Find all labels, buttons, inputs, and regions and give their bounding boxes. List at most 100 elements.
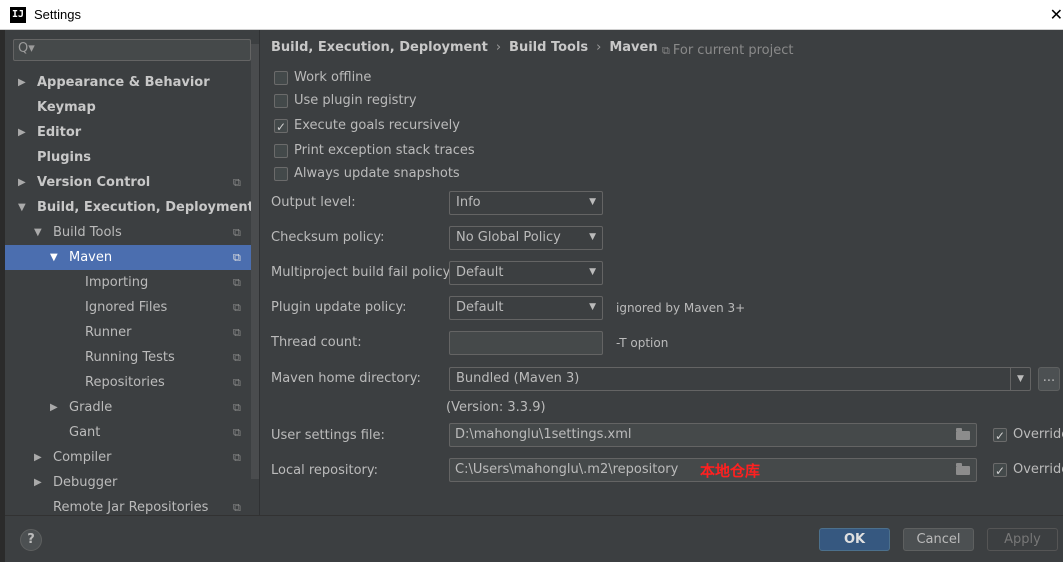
sidebar-item-remote-jar-repositories[interactable]: Remote Jar Repositories ⧉	[5, 495, 259, 515]
sidebar-item-editor[interactable]: ▶ Editor	[5, 120, 259, 145]
collapsed-arrow-icon[interactable]: ▶	[50, 395, 58, 420]
sidebar-item-version-control[interactable]: ▶ Version Control ⧉	[5, 170, 259, 195]
project-scope-icon: ⧉	[233, 176, 241, 189]
ok-button[interactable]: OK	[819, 528, 890, 551]
output-level-label: Output level:	[271, 195, 356, 210]
always-update-snapshots-label: Always update snapshots	[294, 166, 460, 181]
sidebar-item-label: Version Control	[37, 175, 151, 190]
breadcrumb: Build, Execution, Deployment › Build Tools…	[271, 40, 658, 55]
local-repository-override-label: Override	[1013, 462, 1063, 477]
browse-maven-home-button[interactable]: ...	[1038, 367, 1060, 391]
sidebar-scrollbar[interactable]	[251, 44, 259, 479]
maven-home-dropdown[interactable]: Bundled (Maven 3) ▼	[449, 367, 1031, 391]
breadcrumb-separator: ›	[596, 40, 602, 55]
project-scope-icon: ⧉	[233, 276, 241, 289]
sidebar-item-repositories[interactable]: Repositories ⧉	[5, 370, 259, 395]
sidebar-item-gradle[interactable]: ▶ Gradle ⧉	[5, 395, 259, 420]
expanded-arrow-icon[interactable]: ▼	[34, 220, 42, 245]
thread-count-label: Thread count:	[271, 335, 362, 350]
plugin-update-policy-dropdown[interactable]: Default ▼	[449, 296, 603, 320]
sidebar-item-importing[interactable]: Importing ⧉	[5, 270, 259, 295]
checksum-policy-value: No Global Policy	[456, 230, 561, 245]
collapsed-arrow-icon[interactable]: ▶	[34, 470, 42, 495]
sidebar-item-label: Running Tests	[85, 350, 175, 365]
folder-icon[interactable]	[956, 428, 970, 440]
user-settings-override-label: Override	[1013, 427, 1063, 442]
maven-version-text: (Version: 3.3.9)	[446, 400, 546, 415]
sidebar-item-label: Runner	[85, 325, 132, 340]
thread-count-input[interactable]	[449, 331, 603, 355]
for-current-project-note: ⧉ For current project	[662, 43, 793, 58]
search-icon: Q▾	[18, 41, 35, 56]
chevron-down-icon: ▼	[589, 267, 596, 277]
sidebar-item-label: Build, Execution, Deployment	[37, 200, 254, 215]
multiproject-fail-policy-label: Multiproject build fail policy:	[271, 265, 454, 280]
sidebar-item-debugger[interactable]: ▶ Debugger	[5, 470, 259, 495]
collapsed-arrow-icon[interactable]: ▶	[18, 70, 26, 95]
window-title: Settings	[34, 7, 81, 22]
sidebar-item-ignored-files[interactable]: Ignored Files ⧉	[5, 295, 259, 320]
sidebar-item-label: Keymap	[37, 100, 96, 115]
cancel-button[interactable]: Cancel	[903, 528, 974, 551]
breadcrumb-item: Build, Execution, Deployment	[271, 40, 488, 55]
sidebar-item-build-execution-deployment[interactable]: ▼ Build, Execution, Deployment	[5, 195, 259, 220]
sidebar-item-running-tests[interactable]: Running Tests ⧉	[5, 345, 259, 370]
thread-count-hint: -T option	[616, 336, 669, 350]
project-scope-icon: ⧉	[233, 501, 241, 514]
sidebar-item-label: Editor	[37, 125, 82, 140]
checksum-policy-dropdown[interactable]: No Global Policy ▼	[449, 226, 603, 250]
chevron-down-icon: ▼	[1010, 368, 1030, 390]
print-exception-stack-traces-checkbox[interactable]	[274, 144, 288, 158]
project-scope-icon: ⧉	[233, 251, 241, 264]
close-icon[interactable]: ✕	[1050, 5, 1063, 24]
local-repository-override-checkbox[interactable]	[993, 461, 1007, 481]
help-icon[interactable]: ?	[20, 529, 42, 551]
user-settings-value: D:\mahonglu\1settings.xml	[455, 427, 632, 442]
expanded-arrow-icon[interactable]: ▼	[18, 195, 26, 220]
output-level-dropdown[interactable]: Info ▼	[449, 191, 603, 215]
maven-home-label: Maven home directory:	[271, 371, 421, 386]
sidebar-item-label: Importing	[85, 275, 149, 290]
local-repository-input[interactable]: C:\Users\mahonglu\.m2\repository 本地仓库	[449, 458, 977, 482]
folder-icon[interactable]	[956, 463, 970, 475]
work-offline-checkbox[interactable]	[274, 71, 288, 85]
sidebar-item-gant[interactable]: Gant ⧉	[5, 420, 259, 445]
project-scope-icon: ⧉	[233, 451, 241, 464]
sidebar-item-appearance-behavior[interactable]: ▶ Appearance & Behavior	[5, 70, 259, 95]
user-settings-label: User settings file:	[271, 428, 385, 443]
multiproject-fail-policy-dropdown[interactable]: Default ▼	[449, 261, 603, 285]
apply-button[interactable]: Apply	[987, 528, 1058, 551]
user-settings-file-input[interactable]: D:\mahonglu\1settings.xml	[449, 423, 977, 447]
collapsed-arrow-icon[interactable]: ▶	[34, 445, 42, 470]
use-plugin-registry-checkbox[interactable]	[274, 94, 288, 108]
project-scope-icon: ⧉	[662, 44, 670, 57]
sidebar-item-label: Plugins	[37, 150, 91, 165]
sidebar-item-maven[interactable]: ▼ Maven ⧉	[5, 245, 259, 270]
for-current-project-label: For current project	[672, 43, 794, 58]
expanded-arrow-icon[interactable]: ▼	[50, 245, 58, 270]
chevron-down-icon: ▼	[589, 197, 596, 207]
sidebar-item-keymap[interactable]: Keymap	[5, 95, 259, 120]
output-level-value: Info	[456, 195, 481, 210]
local-repository-value: C:\Users\mahonglu\.m2\repository	[455, 462, 679, 477]
sidebar-item-runner[interactable]: Runner ⧉	[5, 320, 259, 345]
plugin-update-policy-label: Plugin update policy:	[271, 300, 407, 315]
collapsed-arrow-icon[interactable]: ▶	[18, 120, 26, 145]
print-exception-stack-traces-label: Print exception stack traces	[294, 143, 475, 158]
search-input[interactable]: Q▾	[13, 39, 251, 61]
sidebar-item-label: Appearance & Behavior	[37, 75, 210, 90]
sidebar-item-plugins[interactable]: Plugins	[5, 145, 259, 170]
sidebar-item-label: Ignored Files	[85, 300, 168, 315]
sidebar-item-build-tools[interactable]: ▼ Build Tools ⧉	[5, 220, 259, 245]
work-offline-label: Work offline	[294, 70, 372, 85]
collapsed-arrow-icon[interactable]: ▶	[18, 170, 26, 195]
user-settings-override-checkbox[interactable]	[993, 426, 1007, 446]
maven-settings-panel: Build, Execution, Deployment › Build Tools…	[260, 30, 1063, 515]
sidebar-item-compiler[interactable]: ▶ Compiler ⧉	[5, 445, 259, 470]
sidebar-item-label: Debugger	[53, 475, 118, 490]
maven-home-value: Bundled (Maven 3)	[456, 371, 580, 386]
execute-goals-recursively-checkbox[interactable]	[274, 117, 288, 137]
settings-sidebar: Q▾ ▶ Appearance & Behavior Keymap ▶ Editor Pl…	[5, 30, 259, 515]
always-update-snapshots-checkbox[interactable]	[274, 167, 288, 181]
breadcrumb-item: Maven	[609, 40, 658, 55]
